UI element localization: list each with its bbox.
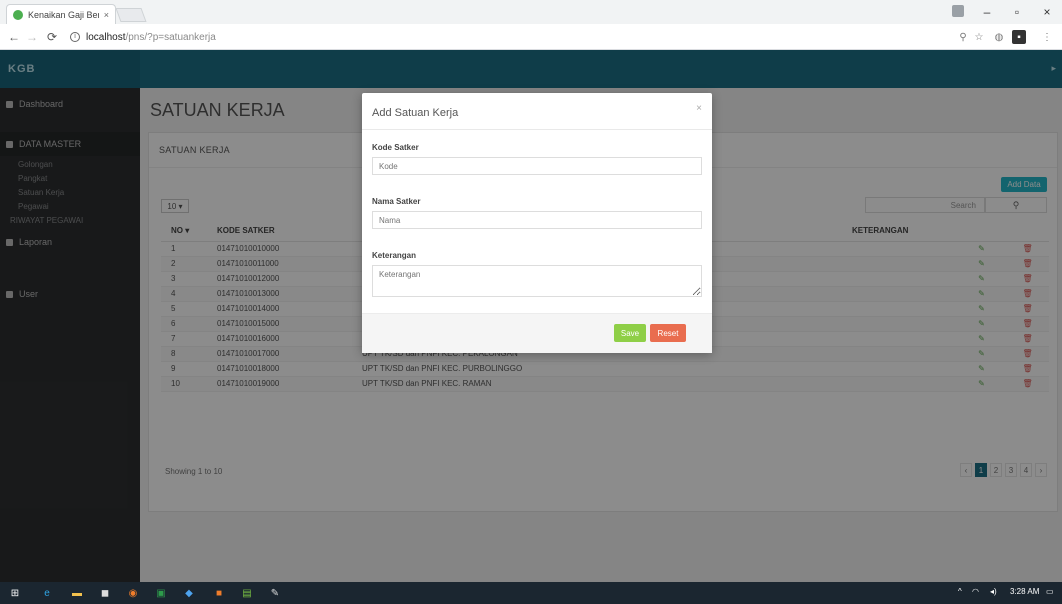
- forward-icon[interactable]: →: [24, 29, 40, 45]
- minimize-button[interactable]: –: [972, 0, 1002, 24]
- back-icon[interactable]: ←: [6, 29, 22, 45]
- extension-red-icon[interactable]: ▪: [1012, 30, 1026, 44]
- nama-satker-label: Nama Satker: [372, 197, 421, 206]
- save-button[interactable]: Save: [614, 324, 646, 342]
- modal-footer: Save Reset: [362, 313, 712, 353]
- new-tab-button[interactable]: [115, 8, 147, 22]
- clock-time[interactable]: 3:28 AM: [1010, 587, 1039, 596]
- url-path: /pns/?p=satuankerja: [125, 31, 216, 43]
- browser-toolbar: ← → ⟳ i localhost /pns/?p=satuankerja ⚲ …: [0, 24, 1062, 50]
- close-icon[interactable]: ×: [696, 103, 702, 114]
- network-icon[interactable]: ◠: [972, 587, 979, 596]
- info-icon[interactable]: i: [70, 32, 80, 42]
- zoom-icon[interactable]: ⚲: [956, 30, 970, 44]
- maximize-button[interactable]: ▫: [1002, 0, 1032, 24]
- reset-button[interactable]: Reset: [650, 324, 686, 342]
- excel-icon[interactable]: ▣: [154, 586, 168, 600]
- tab-title: Kenaikan Gaji Berkala: [28, 9, 99, 20]
- edge-icon[interactable]: e: [40, 586, 54, 600]
- notification-icon[interactable]: ▭: [1046, 587, 1054, 596]
- modal-title: Add Satuan Kerja: [372, 107, 459, 119]
- profile-icon[interactable]: [952, 5, 964, 17]
- reload-icon[interactable]: ⟳: [44, 29, 60, 45]
- chrome-icon[interactable]: ◉: [126, 586, 140, 600]
- windows-start-icon[interactable]: ⊞: [8, 586, 22, 600]
- browser-tabstrip: Kenaikan Gaji Berkala × – ▫ ×: [0, 0, 1062, 24]
- kode-satker-input[interactable]: [372, 157, 702, 175]
- url-host: localhost: [86, 31, 126, 43]
- volume-icon[interactable]: ◂): [990, 587, 997, 596]
- file-explorer-icon[interactable]: ▬: [70, 586, 84, 600]
- paint-icon[interactable]: ✎: [268, 586, 282, 600]
- nama-satker-input[interactable]: [372, 211, 702, 229]
- extension-icon[interactable]: ◍: [992, 30, 1006, 44]
- keterangan-label: Keterangan: [372, 251, 417, 260]
- tray-expand-icon[interactable]: ^: [958, 587, 962, 596]
- favicon-icon: [13, 9, 23, 20]
- store-icon[interactable]: ◼: [98, 586, 112, 600]
- bookmark-star-icon[interactable]: ☆: [972, 30, 986, 44]
- tab-close-icon[interactable]: ×: [104, 10, 109, 20]
- browser-tab[interactable]: Kenaikan Gaji Berkala ×: [6, 4, 116, 24]
- close-window-button[interactable]: ×: [1032, 0, 1062, 24]
- menu-icon[interactable]: ⋮: [1040, 30, 1054, 44]
- address-bar[interactable]: i localhost /pns/?p=satuankerja: [66, 27, 946, 47]
- app-page: KGB ▸ Dashboard DATA MASTER Golongan Pan…: [0, 50, 1062, 582]
- app-blue-icon[interactable]: ◆: [182, 586, 196, 600]
- keterangan-textarea[interactable]: [372, 265, 702, 297]
- app-orange-icon[interactable]: ■: [212, 586, 226, 600]
- add-satuan-kerja-modal: Add Satuan Kerja × Kode Satker Nama Satk…: [362, 93, 712, 353]
- divider: [362, 129, 712, 130]
- notepad-icon[interactable]: ▤: [240, 586, 254, 600]
- kode-satker-label: Kode Satker: [372, 143, 419, 152]
- windows-taskbar: ⊞ e ▬ ◼ ◉ ▣ ◆ ■ ▤ ✎ ^ ◠ ◂) 3:28 AM ▭: [0, 582, 1062, 604]
